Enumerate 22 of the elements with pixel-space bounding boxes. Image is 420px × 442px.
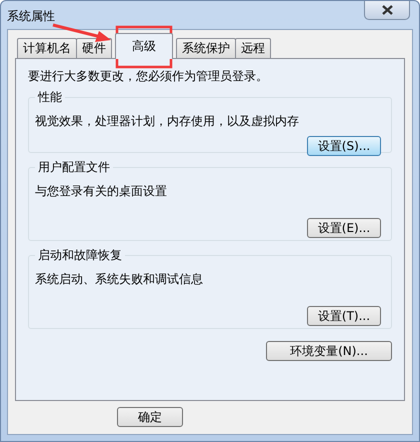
tab[interactable]: 远程 (235, 38, 271, 58)
window-title: 系统属性 (7, 8, 55, 25)
close-button[interactable] (364, 1, 410, 20)
annotation-arrow (52, 24, 111, 42)
ok-button[interactable]: 确定 (117, 407, 183, 427)
environment-variables-button[interactable]: 环境变量(N)... (266, 341, 392, 361)
group-description: 系统启动、系统失败和调试信息 (35, 271, 204, 288)
notice-text: 要进行大多数更改，您必须作为管理员登录。 (28, 68, 269, 85)
settings-button[interactable]: 设置(E)... (307, 218, 381, 238)
group-description: 与您登录有关的桌面设置 (35, 183, 168, 200)
tab[interactable]: 系统保护 (176, 38, 236, 58)
group-title: 性能 (35, 89, 65, 105)
close-icon (382, 5, 392, 15)
tab[interactable]: 计算机名 (17, 38, 77, 58)
tab[interactable]: 高级 (115, 33, 173, 59)
settings-button[interactable]: 设置(S)... (307, 136, 381, 156)
settings-button[interactable]: 设置(T)... (307, 306, 381, 326)
group-title: 启动和故障恢复 (35, 247, 125, 263)
highlight-frame (116, 26, 172, 68)
group-title: 用户配置文件 (35, 159, 113, 175)
tab[interactable]: 硬件 (76, 38, 112, 58)
group-description: 视觉效果，处理器计划，内存使用，以及虚拟内存 (35, 113, 300, 130)
